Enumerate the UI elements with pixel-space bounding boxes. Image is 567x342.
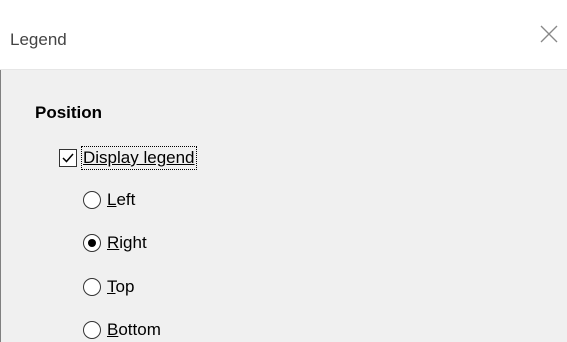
radio-right[interactable] — [83, 234, 101, 252]
radio-right-mnemonic: R — [107, 233, 120, 252]
radio-right-label-rest: ight — [119, 233, 147, 252]
legend-dialog: Legend Position Display legend Left Righ… — [0, 0, 567, 342]
radio-left-label[interactable]: Left — [107, 189, 135, 211]
dialog-title: Legend — [10, 30, 67, 49]
radio-top-row[interactable]: Top — [83, 275, 134, 299]
radio-bottom-mnemonic: B — [107, 320, 119, 339]
radio-top-label[interactable]: Top — [107, 276, 134, 298]
radio-left[interactable] — [83, 191, 101, 209]
radio-right-row[interactable]: Right — [83, 231, 147, 255]
close-button[interactable] — [537, 22, 567, 52]
radio-left-row[interactable]: Left — [83, 188, 135, 212]
radio-bottom-label-rest: ottom — [118, 320, 161, 339]
dialog-body: Position Display legend Left Right Top B… — [0, 70, 567, 342]
title-bar: Legend — [0, 0, 567, 70]
radio-top-label-rest: op — [115, 277, 135, 296]
close-icon — [540, 25, 558, 43]
radio-top[interactable] — [83, 278, 101, 296]
radio-bottom[interactable] — [83, 321, 101, 339]
radio-top-mnemonic: T — [107, 277, 116, 296]
display-legend-text: Display legend — [83, 148, 195, 167]
radio-right-label[interactable]: Right — [107, 232, 147, 254]
radio-selected-dot — [88, 239, 96, 247]
checkmark-icon — [62, 153, 74, 163]
position-heading: Position — [35, 103, 103, 122]
display-legend-checkbox[interactable] — [59, 149, 77, 167]
radio-left-label-rest: eft — [116, 190, 136, 209]
radio-bottom-row[interactable]: Bottom — [83, 318, 161, 342]
radio-bottom-label[interactable]: Bottom — [107, 319, 161, 341]
display-legend-label[interactable]: Display legend — [81, 146, 197, 170]
display-legend-checkbox-row[interactable]: Display legend — [59, 146, 197, 170]
